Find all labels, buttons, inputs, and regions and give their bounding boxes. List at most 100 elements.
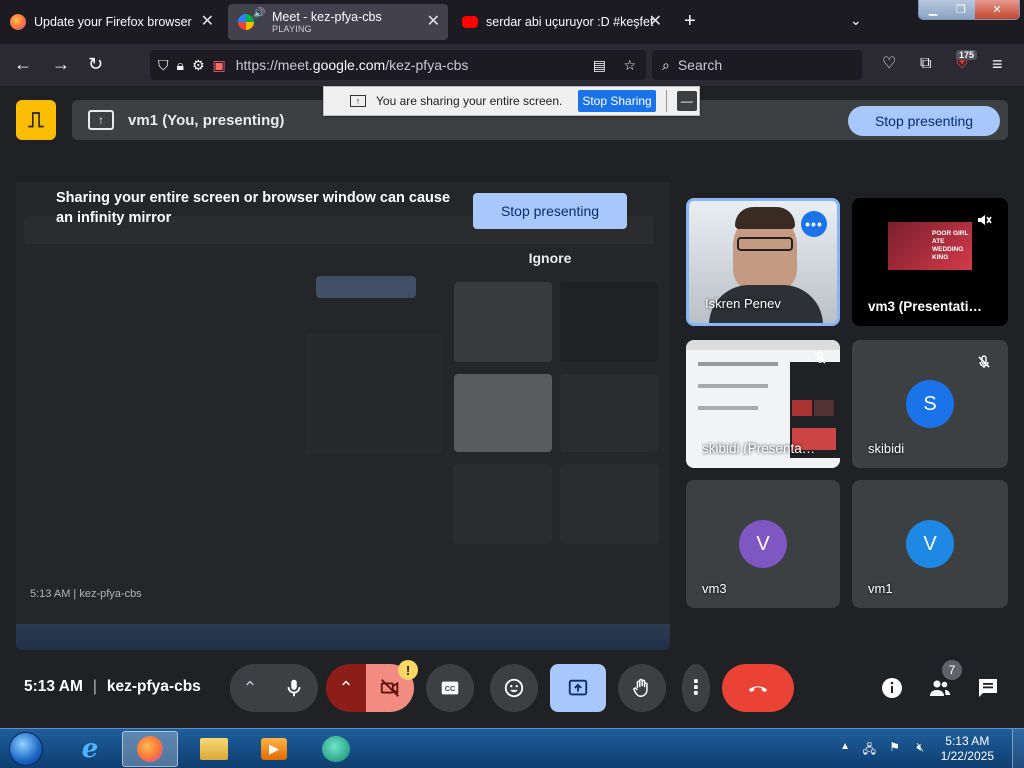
participant-tile-vm3-presentation[interactable]: POOR GIRL ATE WEDDING KING vm3 (Presenta… <box>852 198 1008 326</box>
action-center-flag-icon[interactable]: ⚑ <box>889 740 900 754</box>
extensions-icon[interactable]: ⧉ <box>920 54 931 74</box>
video-settings-chevron-icon[interactable]: ⌃ <box>326 664 366 712</box>
presentation-caption: POOR GIRL ATE WEDDING KING <box>932 230 969 261</box>
youtube-icon <box>462 16 478 28</box>
close-window-icon[interactable]: ✕ <box>975 0 1019 19</box>
participant-avatar: V <box>739 520 787 568</box>
clock-date: 1/22/2025 <box>940 749 994 763</box>
speaker-icon[interactable]: 🔊 <box>253 8 265 19</box>
url-bar[interactable]: ⛉ 🔒︎ ⚙︎ ▣ https://meet.google.com/kez-pf… <box>150 50 646 80</box>
participant-tile-skibidi-presentation[interactable]: skibidi (Presenta… <box>686 340 840 468</box>
participant-hair <box>735 207 795 229</box>
presenting-title: vm1 (You, presenting) <box>128 111 285 129</box>
firefox-icon <box>10 14 26 30</box>
taskbar-app[interactable] <box>308 731 364 767</box>
meet-companion-logo-icon[interactable]: ⎍ <box>16 100 56 140</box>
infinity-mirror-warning: Sharing your entire screen or browser wi… <box>56 190 451 226</box>
audio-settings-chevron-icon[interactable]: ⌃ <box>230 664 270 712</box>
app-icon <box>322 736 350 762</box>
microphone-icon <box>287 679 301 697</box>
windows-taskbar: e ▶ ▲ 🖧 ⚑ 🔇︎ 5:13 AM 1/22/2025 <box>0 728 1024 768</box>
restore-icon[interactable]: ❐ <box>947 0 975 19</box>
participant-glasses <box>737 237 793 251</box>
ublock-count-badge: 175 <box>956 50 978 60</box>
participant-tile-vm1[interactable]: V vm1 <box>852 480 1008 608</box>
menu-icon[interactable]: ≡ <box>992 54 1003 74</box>
bookmark-star-icon[interactable]: ☆ <box>623 57 636 74</box>
taskbar-media-player[interactable]: ▶ <box>246 731 302 767</box>
windows-logo-icon <box>9 732 43 766</box>
nav-bar: ← → ↻ ⛉ 🔒︎ ⚙︎ ▣ https://meet.google.com/… <box>0 44 1024 86</box>
participant-tile-vm3[interactable]: V vm3 <box>686 480 840 608</box>
ignore-button[interactable]: Ignore <box>473 250 627 266</box>
chat-button[interactable] <box>976 676 1000 700</box>
reload-icon[interactable]: ↻ <box>88 54 103 74</box>
shield-icon[interactable]: ⛉ <box>158 57 169 74</box>
close-tab-icon[interactable]: ✕ <box>649 14 662 30</box>
new-tab-icon[interactable]: + <box>684 10 696 33</box>
hang-up-icon <box>748 686 768 693</box>
reader-view-icon[interactable]: ▤ <box>593 57 606 74</box>
close-tab-icon[interactable]: ✕ <box>201 14 214 30</box>
taskbar-firefox[interactable] <box>122 731 178 767</box>
leave-call-button[interactable] <box>722 664 794 712</box>
present-screen-icon: ↑ <box>88 110 114 130</box>
pocket-icon[interactable]: ♡ <box>882 54 896 74</box>
stop-presenting-button[interactable]: Stop presenting <box>848 106 1000 136</box>
taskbar-internet-explorer[interactable]: e <box>62 731 118 767</box>
emoji-icon <box>504 678 524 698</box>
taskbar-clock[interactable]: 5:13 AM 1/22/2025 <box>941 734 994 764</box>
more-options-button[interactable]: ⋮ <box>682 664 710 712</box>
show-desktop-button[interactable] <box>1012 729 1024 768</box>
show-hidden-icons[interactable]: ▲ <box>840 741 850 752</box>
meeting-clock: 5:13 AM <box>24 678 83 695</box>
presentation-line <box>698 406 758 410</box>
mirror-footer-text: 5:13 AM | kez-pfya-cbs <box>30 588 142 600</box>
participant-name: vm3 <box>702 581 727 596</box>
stop-presenting-warning-button[interactable]: Stop presenting <box>473 193 627 229</box>
reactions-button[interactable] <box>490 664 538 712</box>
raise-hand-button[interactable] <box>618 664 666 712</box>
lock-icon[interactable]: 🔒︎ <box>177 57 184 74</box>
window-controls: ▁ ❐ ✕ <box>918 0 1020 20</box>
permissions-icon[interactable]: ⚙︎ <box>192 57 205 74</box>
present-button[interactable] <box>550 664 606 712</box>
meeting-details-button[interactable] <box>880 676 904 700</box>
taskbar-explorer[interactable] <box>186 731 242 767</box>
camera-alert-badge: ! <box>398 660 418 680</box>
back-icon[interactable]: ← <box>14 54 32 74</box>
network-icon[interactable]: 🖧 <box>863 740 876 761</box>
participant-tile-skibidi[interactable]: S skibidi <box>852 340 1008 468</box>
screen-share-icon: ↑ <box>350 95 366 107</box>
chevron-down-icon[interactable]: ⌄ <box>850 12 862 29</box>
more-options-icon[interactable]: ••• <box>801 211 827 237</box>
screen-sharing-notification: ↑ You are sharing your entire screen. St… <box>323 86 700 116</box>
svg-text:CC: CC <box>445 684 456 693</box>
presentation-line <box>698 362 778 366</box>
minimize-icon[interactable]: ▁ <box>919 0 947 19</box>
presentation-header <box>686 340 840 350</box>
search-bar[interactable]: ⌕ Search <box>652 50 862 80</box>
tab-youtube[interactable]: serdar abi uçuruyor :D #keşfet ✕ <box>452 4 670 40</box>
microphone-button[interactable] <box>270 664 318 712</box>
media-player-icon: ▶ <box>261 738 287 760</box>
screen-share-indicator-icon[interactable]: ▣ <box>213 57 226 74</box>
tab-strip: Update your Firefox browser ✕ 🔊 Meet - k… <box>0 0 1024 44</box>
sharing-message: You are sharing your entire screen. <box>376 94 563 108</box>
forward-icon[interactable]: → <box>52 54 70 74</box>
url-text[interactable]: https://meet.google.com/kez-pfya-cbs <box>236 57 469 73</box>
captions-button[interactable]: CC <box>426 664 474 712</box>
minimize-notification-button[interactable]: — <box>676 91 697 111</box>
participant-name: skibidi <box>868 441 905 456</box>
volume-muted-icon[interactable]: 🔇︎ <box>916 740 924 755</box>
tab-firefox-update[interactable]: Update your Firefox browser ✕ <box>0 4 222 40</box>
tab-meet[interactable]: 🔊 Meet - kez-pfya-cbs PLAYING ✕ <box>228 4 448 40</box>
meeting-controls: 5:13 AM | kez-pfya-cbs ⌃ ⌃ ! CC ⋮ 7 <box>0 652 1024 728</box>
close-tab-icon[interactable]: ✕ <box>427 14 440 30</box>
stage-overlay <box>16 156 670 650</box>
tab-title: Meet - kez-pfya-cbs <box>272 10 382 24</box>
start-button[interactable] <box>4 729 48 768</box>
stop-sharing-button[interactable]: Stop Sharing <box>578 90 656 112</box>
participant-tile-iskren[interactable]: ••• Iskren Penev <box>686 198 840 326</box>
search-placeholder: Search <box>677 57 723 73</box>
